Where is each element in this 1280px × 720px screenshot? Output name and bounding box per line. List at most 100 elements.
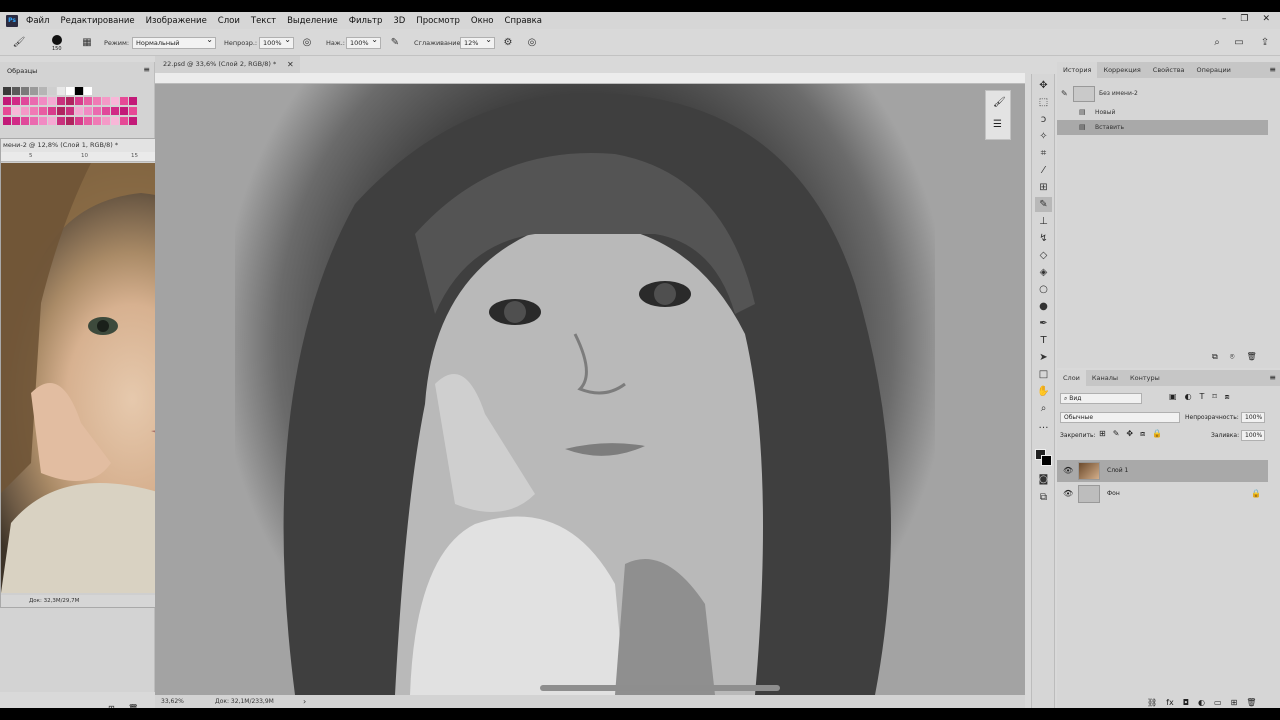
hand-tool-icon[interactable]: ✋ bbox=[1035, 384, 1052, 399]
screen-mode-icon[interactable]: ⧉ bbox=[1035, 490, 1052, 505]
color-swatch[interactable] bbox=[57, 87, 65, 95]
brush-tool-icon[interactable]: ✎ bbox=[1035, 197, 1052, 212]
color-swatch[interactable] bbox=[12, 87, 20, 95]
color-swatch[interactable] bbox=[3, 97, 11, 105]
group-icon[interactable]: ▭ bbox=[1214, 698, 1222, 707]
trash-icon[interactable]: 🗑 bbox=[1247, 352, 1257, 362]
lock-all-icon[interactable]: 🔒 bbox=[1152, 429, 1162, 439]
stamp-tool-icon[interactable]: ⊥ bbox=[1035, 214, 1052, 229]
color-swatch[interactable] bbox=[39, 97, 47, 105]
layer-opacity-field[interactable]: 100% bbox=[1241, 412, 1265, 423]
fx-icon[interactable]: fx bbox=[1166, 698, 1174, 707]
minimize-icon[interactable]: – bbox=[1222, 14, 1227, 24]
color-swatch[interactable] bbox=[48, 107, 56, 115]
menu-filter[interactable]: Фильтр bbox=[349, 16, 383, 26]
color-swatch[interactable] bbox=[21, 97, 29, 105]
swatches-tab[interactable]: Образцы bbox=[7, 67, 37, 75]
opacity-field[interactable]: 100% bbox=[259, 35, 294, 49]
gear-icon[interactable]: ⚙ bbox=[501, 36, 515, 50]
background-color[interactable] bbox=[1041, 455, 1052, 466]
adjustment-filter-icon[interactable]: ◐ bbox=[1185, 392, 1192, 402]
color-swatch[interactable] bbox=[120, 117, 128, 125]
new-layer-icon[interactable]: ⊞ bbox=[1231, 698, 1238, 707]
healing-tool-icon[interactable]: ⊞ bbox=[1035, 180, 1052, 195]
eye-icon[interactable]: 👁 bbox=[1063, 483, 1073, 505]
tab-channels[interactable]: Каналы bbox=[1086, 370, 1124, 386]
color-swatch[interactable] bbox=[21, 87, 29, 95]
lock-position-icon[interactable]: ✥ bbox=[1126, 429, 1133, 439]
color-swatch[interactable] bbox=[30, 107, 38, 115]
color-swatch[interactable] bbox=[21, 117, 29, 125]
close-icon[interactable]: ✕ bbox=[1262, 14, 1270, 24]
color-swatch[interactable] bbox=[57, 107, 65, 115]
color-swatch[interactable] bbox=[57, 97, 65, 105]
tab-history[interactable]: История bbox=[1057, 62, 1098, 78]
layer-row-active[interactable]: 👁 Слой 1 bbox=[1057, 460, 1268, 482]
color-swatch[interactable] bbox=[84, 97, 92, 105]
color-swatch[interactable] bbox=[12, 97, 20, 105]
mode-select[interactable]: Нормальный bbox=[132, 35, 216, 49]
color-swatch[interactable] bbox=[57, 117, 65, 125]
close-tab-icon[interactable]: ✕ bbox=[287, 56, 294, 73]
color-swatch[interactable] bbox=[30, 97, 38, 105]
more-tools-icon[interactable]: … bbox=[1035, 418, 1052, 433]
color-swatch[interactable] bbox=[129, 97, 137, 105]
color-swatch[interactable] bbox=[66, 107, 74, 115]
type-tool-icon[interactable]: T bbox=[1035, 333, 1052, 348]
blur-tool-icon[interactable]: ○ bbox=[1035, 282, 1052, 297]
color-swatch[interactable] bbox=[129, 107, 137, 115]
quick-select-tool-icon[interactable]: ✧ bbox=[1035, 129, 1052, 144]
smart-filter-icon[interactable]: ⧈ bbox=[1225, 392, 1230, 402]
menu-text[interactable]: Текст bbox=[251, 16, 276, 26]
layer-name[interactable]: Слой 1 bbox=[1107, 460, 1128, 482]
panel-menu-icon[interactable]: ≡ bbox=[1269, 65, 1276, 74]
painting[interactable] bbox=[235, 84, 935, 695]
color-swatch[interactable] bbox=[129, 117, 137, 125]
blend-mode-select[interactable]: Обычные bbox=[1060, 412, 1180, 423]
restore-icon[interactable]: ❐ bbox=[1240, 14, 1248, 24]
panel-menu-icon[interactable]: ≡ bbox=[143, 65, 150, 74]
color-swatch[interactable] bbox=[102, 107, 110, 115]
color-swatch[interactable] bbox=[75, 87, 83, 95]
brush-tool-icon[interactable]: 🖌 bbox=[12, 36, 26, 50]
layer-row[interactable]: 👁 Фон 🔒 bbox=[1057, 483, 1268, 505]
color-swatch[interactable] bbox=[30, 117, 38, 125]
smoothing-field[interactable]: 12% bbox=[460, 35, 495, 49]
menu-view[interactable]: Просмотр bbox=[416, 16, 460, 26]
brush-panel-icon[interactable]: ▦ bbox=[80, 36, 94, 50]
color-swatch[interactable] bbox=[93, 97, 101, 105]
link-layers-icon[interactable]: ⛓ bbox=[1147, 698, 1157, 707]
tab-properties[interactable]: Свойства bbox=[1147, 62, 1191, 78]
status-arrow-icon[interactable]: › bbox=[303, 695, 306, 708]
panel-menu-icon[interactable]: ≡ bbox=[1269, 373, 1276, 382]
trash-icon[interactable]: 🗑 bbox=[1246, 698, 1256, 707]
lock-pixels-icon[interactable]: ✎ bbox=[1113, 429, 1120, 439]
horizontal-scrollbar[interactable] bbox=[540, 685, 780, 691]
eye-icon[interactable]: 👁 bbox=[1063, 460, 1073, 482]
text-filter-icon[interactable]: T bbox=[1200, 392, 1205, 402]
mask-icon[interactable]: ◘ bbox=[1183, 698, 1189, 707]
color-swatch[interactable] bbox=[48, 117, 56, 125]
sliders-icon[interactable]: ☰ bbox=[993, 119, 1002, 130]
eyedropper-tool-icon[interactable]: ⁄ bbox=[1035, 163, 1052, 178]
color-swatch[interactable] bbox=[84, 117, 92, 125]
zoom-tool-icon[interactable]: ⌕ bbox=[1035, 401, 1052, 416]
tab-paths[interactable]: Контуры bbox=[1124, 370, 1166, 386]
color-swatch[interactable] bbox=[3, 117, 11, 125]
color-swatch[interactable] bbox=[30, 87, 38, 95]
layer-name[interactable]: Фон bbox=[1107, 483, 1120, 505]
lock-transparent-icon[interactable]: ⊞ bbox=[1099, 429, 1106, 439]
eraser-tool-icon[interactable]: ◇ bbox=[1035, 248, 1052, 263]
color-swatch[interactable] bbox=[39, 87, 47, 95]
color-swatch[interactable] bbox=[120, 97, 128, 105]
new-swatch-icon[interactable]: ⊞ bbox=[108, 704, 115, 708]
color-swatch[interactable] bbox=[39, 117, 47, 125]
layer-filter-select[interactable]: ⌕ Вид bbox=[1060, 393, 1142, 404]
shape-filter-icon[interactable]: ⌑ bbox=[1212, 392, 1216, 402]
color-swatch[interactable] bbox=[66, 117, 74, 125]
color-swatch[interactable] bbox=[48, 87, 56, 95]
menu-file[interactable]: Файл bbox=[26, 16, 49, 26]
color-swatch[interactable] bbox=[111, 97, 119, 105]
tab-layers[interactable]: Слои bbox=[1057, 370, 1086, 386]
fill-field[interactable]: 100% bbox=[1241, 430, 1265, 441]
